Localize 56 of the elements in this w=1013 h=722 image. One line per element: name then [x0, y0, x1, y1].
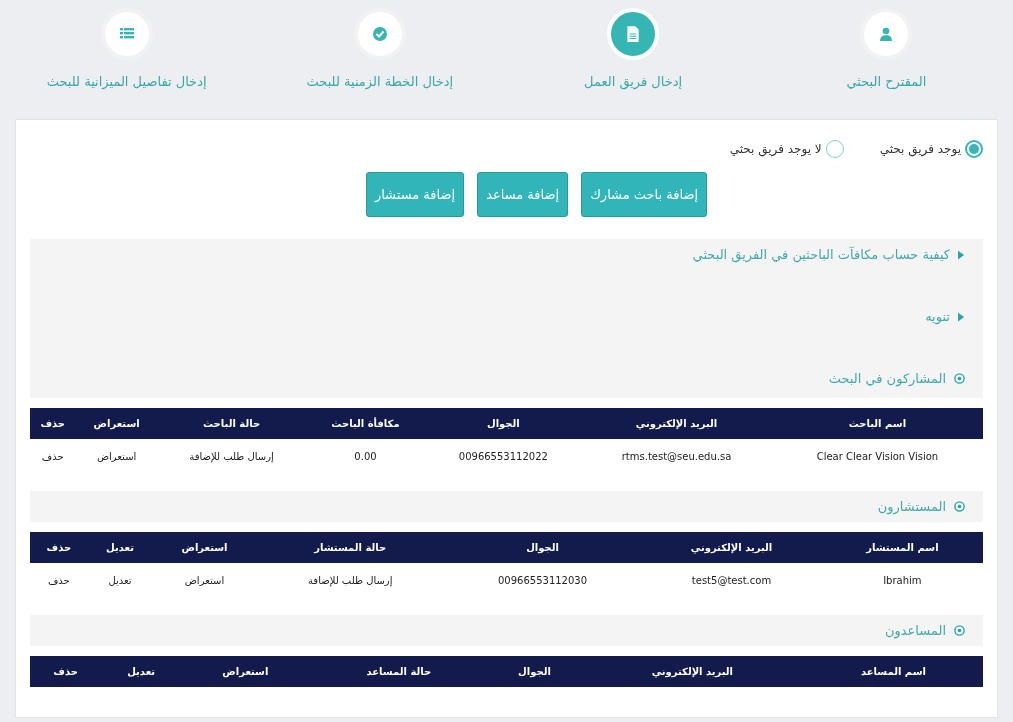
column-header: اسم المستشار: [821, 532, 983, 563]
check-circle-icon: [371, 26, 388, 42]
column-header: استعراض: [152, 532, 257, 563]
table-cell: إرسال طلب للإضافة: [308, 574, 393, 586]
table-cell: test5@test.com: [691, 574, 772, 586]
column-header: اسم الباحث: [771, 408, 983, 439]
step-label[interactable]: إدخال تفاصيل الميزانية للبحث: [46, 74, 207, 89]
accordion-title[interactable]: تنويه: [925, 309, 950, 324]
section-title: المساعدون: [884, 623, 946, 638]
table-cell: Clear Clear Vision Vision: [816, 450, 939, 462]
add-button[interactable]: إضافة مستشار: [365, 172, 465, 217]
column-header: حالة المستشار: [256, 532, 444, 563]
add-button[interactable]: إضافة مساعد: [477, 172, 569, 217]
column-header: الجوال: [488, 656, 581, 687]
step-label[interactable]: المقترح البحثي: [846, 74, 927, 89]
step-label[interactable]: إدخال الخطة الزمنية للبحث: [306, 74, 454, 89]
table-cell: 00966553112030: [498, 574, 588, 586]
target-icon: [954, 625, 965, 636]
column-header: الجوال: [443, 532, 642, 563]
section-title: المستشارون: [877, 499, 946, 514]
table-cell: 0.00: [354, 450, 377, 462]
column-header: الجوال: [425, 408, 582, 439]
action-link[interactable]: حذف: [47, 574, 70, 586]
target-icon: [954, 373, 965, 384]
action-link[interactable]: استعراض: [96, 450, 137, 462]
column-header: استعراض: [75, 408, 158, 439]
column-header: مكافأة الباحث: [305, 408, 426, 439]
accordion-title[interactable]: كيفية حساب مكافآت الباحثين في الفريق البحثي: [692, 247, 950, 262]
column-header: حذف: [30, 408, 76, 439]
action-link[interactable]: استعراض: [184, 574, 225, 586]
column-header: البريد الإلكتروني: [581, 408, 772, 439]
column-header: حذف: [30, 532, 88, 563]
column-header: تعديل: [87, 532, 153, 563]
column-header: البريد الإلكتروني: [580, 656, 804, 687]
table-cell: rtms.test@seu.edu.sa: [621, 450, 732, 462]
section-title: المشاركون في البحث: [828, 371, 946, 386]
column-header: حالة الباحث: [157, 408, 306, 439]
column-header: تعديل: [101, 656, 182, 687]
table-cell: إرسال طلب للإضافة: [189, 450, 274, 462]
column-header: البريد الإلكتروني: [641, 532, 822, 563]
table-cell: Ibrahim: [883, 574, 922, 586]
column-header: حذف: [30, 656, 102, 687]
column-header: استعراض: [181, 656, 310, 687]
radio-label[interactable]: يوجد فريق بحثي: [879, 142, 961, 156]
action-link[interactable]: حذف: [41, 450, 64, 462]
step-label[interactable]: إدخال فريق العمل: [584, 74, 683, 89]
target-icon: [954, 501, 965, 512]
radio-button[interactable]: [825, 140, 844, 158]
radio-label[interactable]: لا يوجد فريق بحثي: [729, 142, 822, 156]
radio-button[interactable]: [965, 140, 983, 158]
add-button[interactable]: إضافة باحث مشارك: [581, 172, 708, 217]
person-icon: [878, 26, 895, 42]
column-header: حالة المساعد: [309, 656, 488, 687]
action-link[interactable]: تعديل: [108, 574, 132, 586]
column-header: اسم المساعد: [803, 656, 983, 687]
table-cell: 00966553112022: [458, 450, 548, 462]
